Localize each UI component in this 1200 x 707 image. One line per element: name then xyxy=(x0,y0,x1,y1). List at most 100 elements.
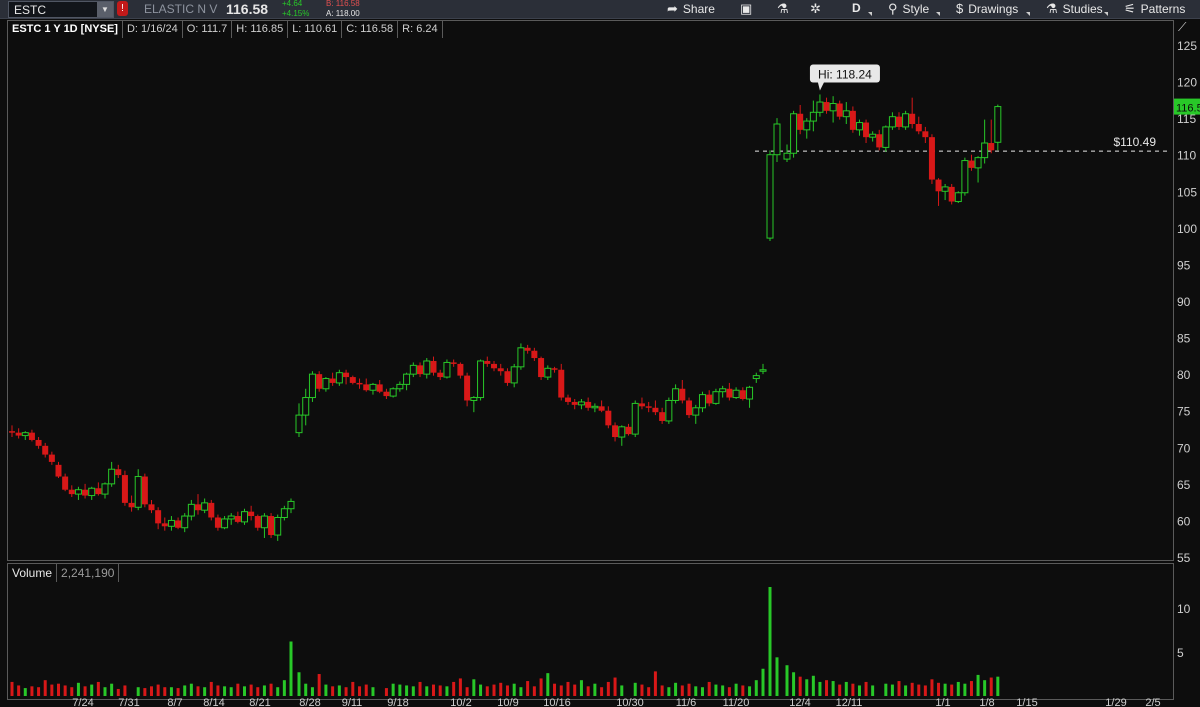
volume-bar xyxy=(647,687,651,696)
candle-body-up xyxy=(477,360,485,399)
volume-bar xyxy=(229,687,233,696)
volume-bar xyxy=(660,685,664,696)
candle-body-up xyxy=(308,373,316,399)
price-tick-label: 60 xyxy=(1177,514,1191,528)
volume-bar xyxy=(512,683,516,696)
x-tick-label: 10/9 xyxy=(497,697,518,707)
x-tick-label: 11/6 xyxy=(676,697,697,707)
candle-body-up xyxy=(443,361,451,378)
candle-body-down xyxy=(9,431,15,433)
volume-bar xyxy=(857,685,861,696)
volume-bar xyxy=(70,687,74,696)
candle-body-down xyxy=(161,523,168,527)
candle-body-down xyxy=(349,377,356,383)
volume-bar xyxy=(156,684,160,696)
x-tick-label: 10/2 xyxy=(450,697,471,707)
volume-bar xyxy=(532,686,536,696)
volume-bar xyxy=(23,688,27,696)
candle-body-down xyxy=(128,502,135,508)
volume-bar xyxy=(276,687,280,696)
volume-bar xyxy=(189,683,193,696)
candle-body-down xyxy=(457,363,464,376)
volume-bar xyxy=(384,688,388,696)
price-tick-label: 90 xyxy=(1177,295,1191,309)
volume-bar xyxy=(831,681,835,696)
candle-body-down xyxy=(625,426,632,435)
candle-body-down xyxy=(551,368,558,370)
candle-body-down xyxy=(797,113,804,130)
candle-body-down xyxy=(15,432,22,436)
candle-body-down xyxy=(638,403,645,407)
candle-body-up xyxy=(101,483,109,495)
volume-bar xyxy=(418,681,422,696)
volume-bar xyxy=(405,685,409,696)
price-tick-label: 95 xyxy=(1177,258,1191,272)
candle-body-down xyxy=(343,372,350,378)
candle-body-down xyxy=(214,517,221,528)
candle-body-down xyxy=(491,363,498,369)
volume-bar xyxy=(505,685,509,696)
candle-body-down xyxy=(915,123,922,132)
candle-body-down xyxy=(504,371,511,383)
candle-body-up xyxy=(816,101,824,113)
volume-bar xyxy=(304,683,308,696)
volume-bar xyxy=(431,684,435,696)
price-tick-label: 65 xyxy=(1177,478,1191,492)
volume-bar xyxy=(727,687,731,696)
candle-body-up xyxy=(280,508,288,519)
candle-body-up xyxy=(591,405,599,409)
candle-body-down xyxy=(524,347,531,351)
candle-body-up xyxy=(295,414,303,434)
candle-body-up xyxy=(842,110,850,118)
x-tick-label: 9/18 xyxy=(387,697,408,707)
volume-bar xyxy=(196,686,200,696)
volume-bar xyxy=(748,686,752,696)
candle-body-up xyxy=(698,394,706,409)
volume-bar xyxy=(930,679,934,696)
volume-bar xyxy=(844,681,848,696)
volume-bar xyxy=(680,685,684,696)
candle-body-up xyxy=(227,515,235,520)
candle-body-down xyxy=(316,374,323,389)
candle-body-down xyxy=(95,488,102,495)
candle-body-up xyxy=(961,160,969,194)
volume-bar xyxy=(606,681,610,696)
volume-bar xyxy=(805,679,809,696)
candle-body-down xyxy=(115,469,122,476)
x-tick-label: 1/1 xyxy=(935,697,950,707)
volume-bar xyxy=(818,681,822,696)
candle-body-down xyxy=(605,410,612,426)
candle-body-down xyxy=(363,384,370,391)
volume-bar xyxy=(371,687,375,696)
volume-bar xyxy=(209,681,213,696)
candle-body-down xyxy=(679,388,686,401)
volume-bar xyxy=(798,676,802,696)
volume-bar xyxy=(620,685,624,696)
volume-bar xyxy=(63,685,67,696)
chart-canvas[interactable]: 5560657075808590951001051101151201255107… xyxy=(0,0,1200,707)
candle-body-down xyxy=(28,432,35,440)
candle-body-up xyxy=(201,502,209,511)
price-tick-label: 120 xyxy=(1177,76,1197,90)
volume-bar xyxy=(183,685,187,696)
volume-bar xyxy=(289,641,293,696)
candle-body-down xyxy=(948,186,955,202)
volume-bar xyxy=(364,684,368,696)
volume-bar xyxy=(811,675,815,696)
candle-body-down xyxy=(48,454,55,462)
volume-bar xyxy=(600,687,604,696)
candle-body-up xyxy=(409,364,417,375)
x-tick-label: 7/31 xyxy=(118,697,139,707)
candle-body-down xyxy=(531,350,538,359)
candle-body-up xyxy=(712,391,720,404)
volume-bar xyxy=(150,686,153,696)
volume-bar xyxy=(116,688,120,696)
candle-body-down xyxy=(652,407,659,413)
candle-body-down xyxy=(121,475,128,503)
candle-body-up xyxy=(803,120,811,131)
volume-bar xyxy=(262,685,266,696)
volume-bar xyxy=(445,686,449,696)
x-tick-label: 1/8 xyxy=(979,697,994,707)
candle-body-down xyxy=(896,116,902,127)
volume-bar xyxy=(633,682,637,696)
